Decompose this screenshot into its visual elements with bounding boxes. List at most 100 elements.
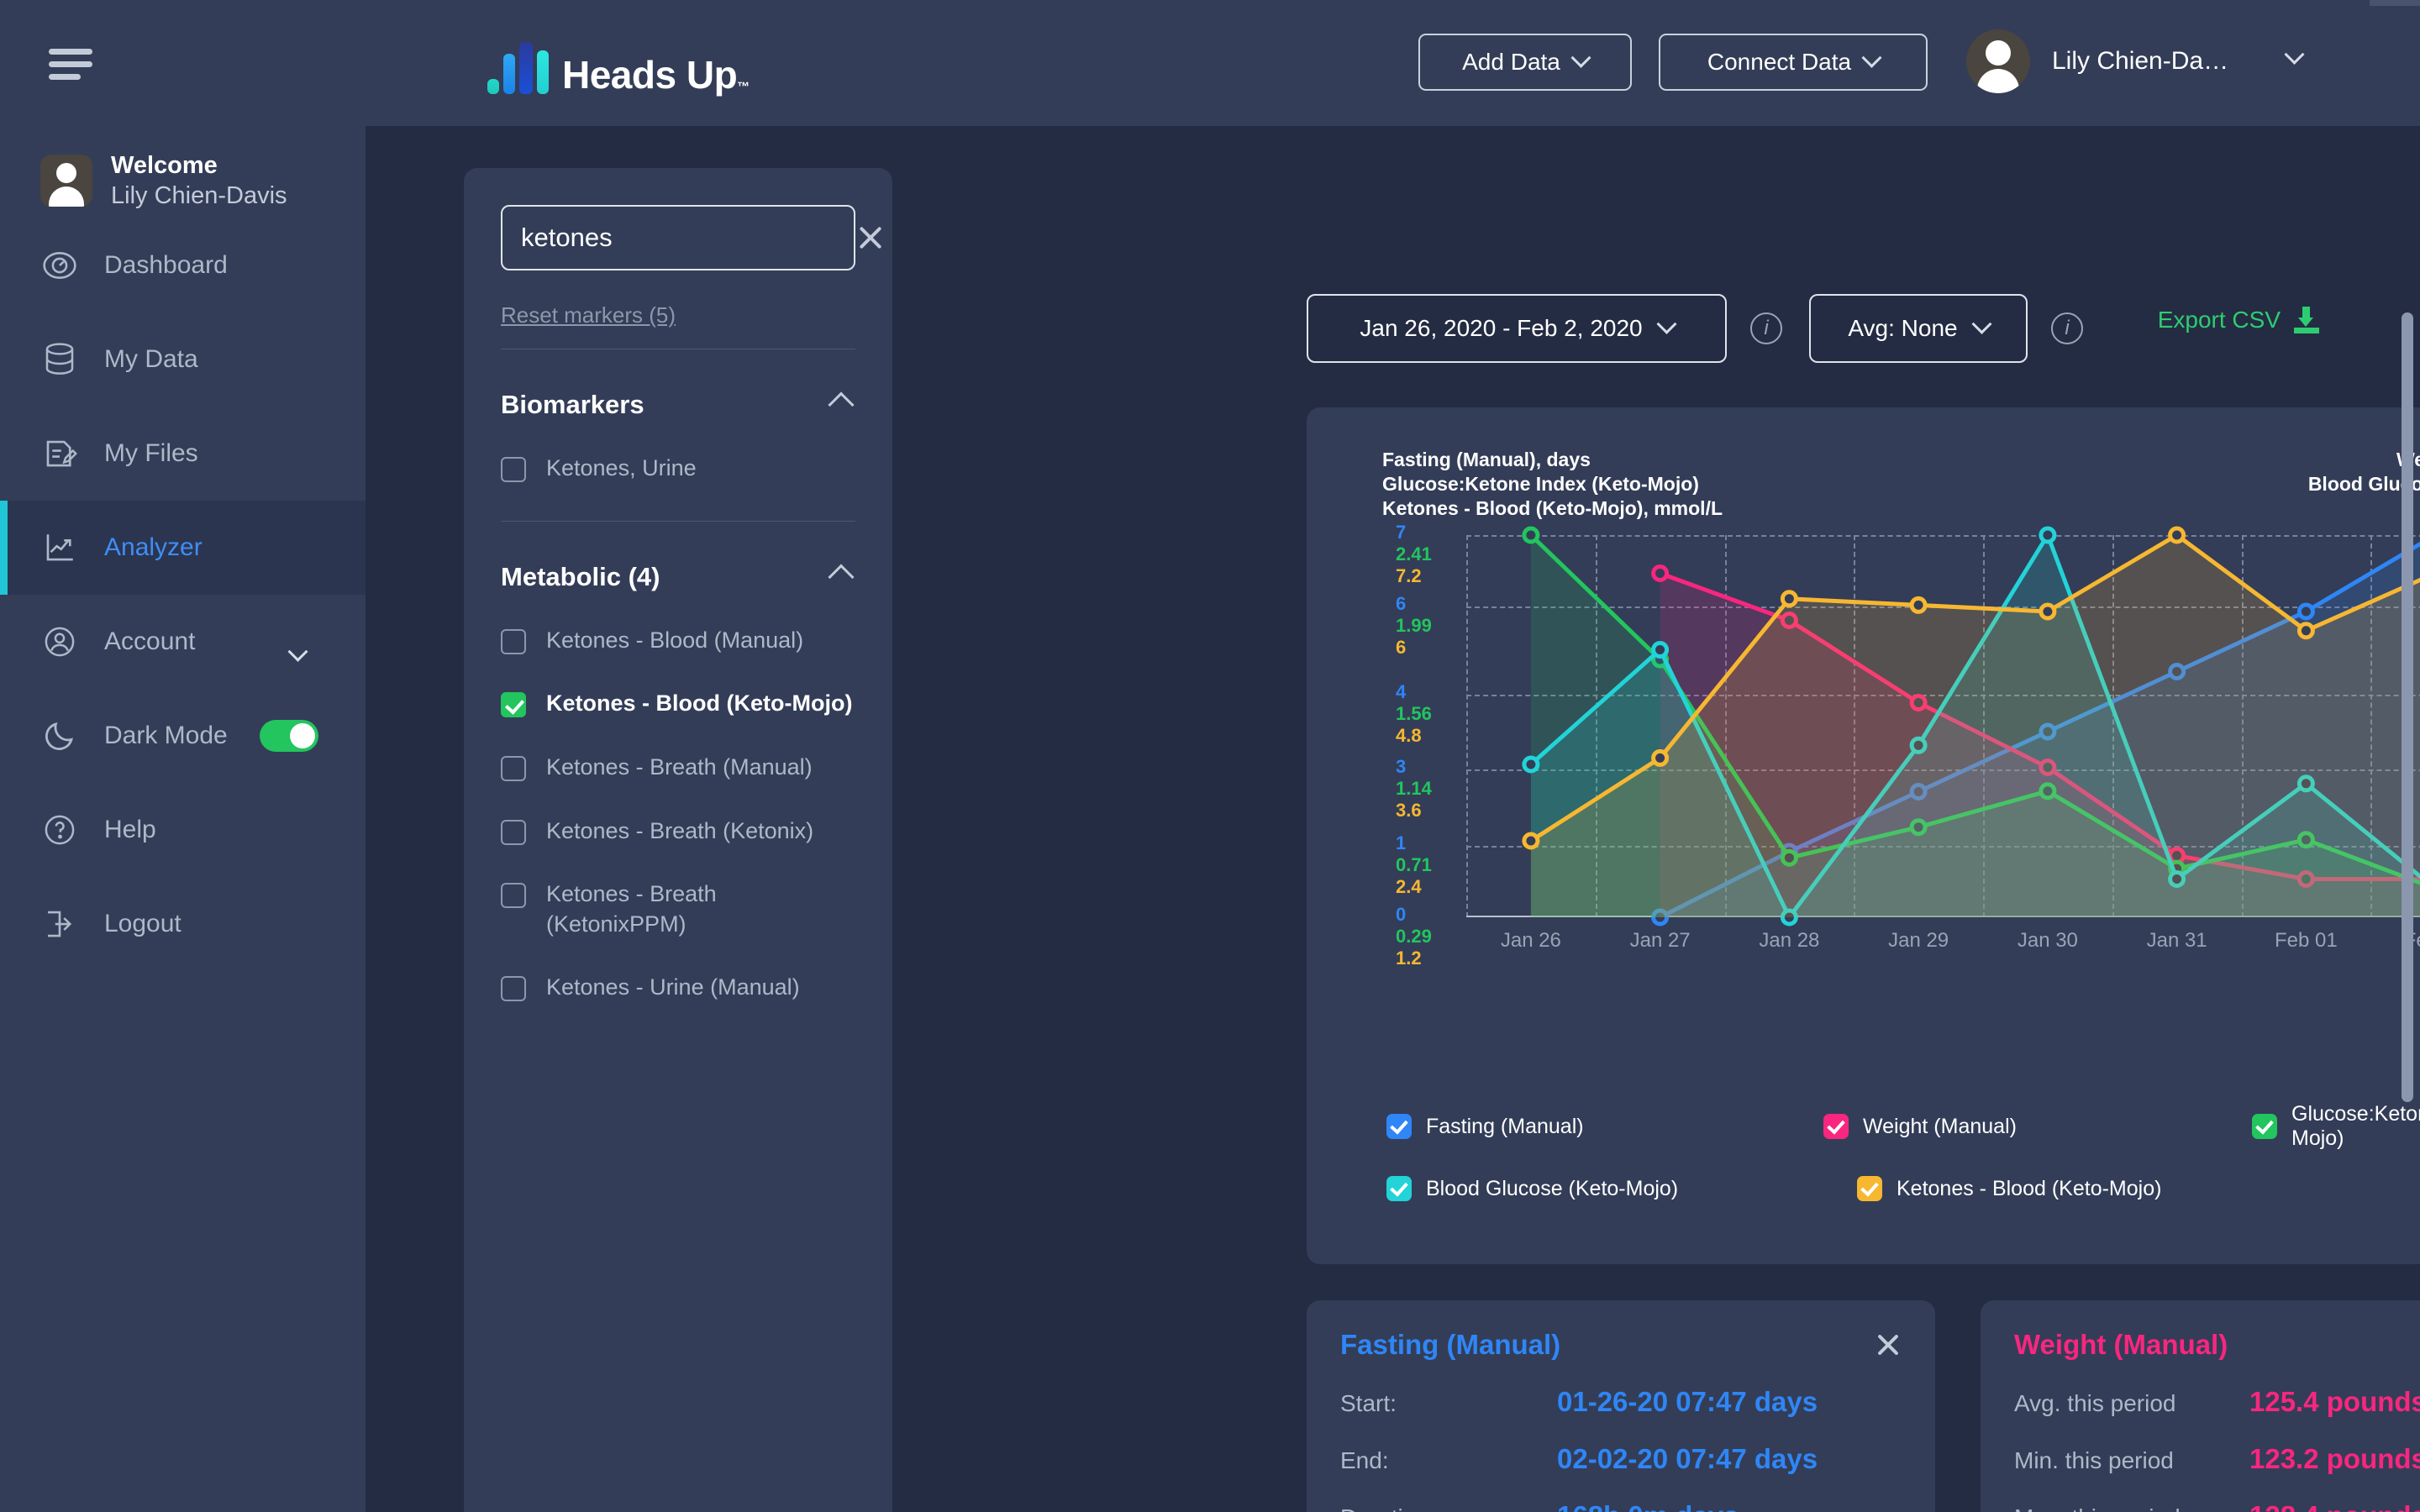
database-icon (40, 340, 79, 379)
chevron-down-icon (1861, 47, 1882, 68)
checkbox[interactable] (501, 692, 526, 718)
legend-checkbox[interactable] (1386, 1176, 1412, 1201)
legend-item[interactable]: Ketones - Blood (Keto-Mojo) (1857, 1176, 2218, 1201)
sidebar-item-account[interactable]: Account (0, 595, 366, 689)
x-axis-tick: Jan 29 (1888, 929, 1949, 952)
data-point[interactable] (1909, 596, 1928, 614)
y-axis-tick-left: 6 1.99 6 (1396, 592, 1432, 658)
legend-label: Fasting (Manual) (1426, 1114, 1584, 1138)
marker-checkbox-row[interactable]: Ketones - Blood (Manual) (501, 626, 855, 656)
data-point[interactable] (1651, 748, 1670, 767)
data-point[interactable] (2296, 622, 2315, 640)
avatar[interactable] (1966, 29, 2030, 93)
checkbox[interactable] (501, 883, 526, 909)
data-point[interactable] (1651, 641, 1670, 659)
sidebar-item-dashboard[interactable]: Dashboard (0, 218, 366, 312)
logout-icon (40, 905, 79, 943)
add-data-label: Add Data (1462, 49, 1560, 75)
legend-checkbox[interactable] (1823, 1114, 1849, 1139)
data-point[interactable] (2039, 526, 2057, 544)
checkbox[interactable] (501, 755, 526, 781)
legend-label: Blood Glucose (Keto-Mojo) (1426, 1176, 1679, 1200)
legend-label: Weight (Manual) (1863, 1114, 2017, 1138)
group-header-metabolic[interactable]: Metabolic (4) (501, 562, 855, 592)
data-point[interactable] (1651, 564, 1670, 582)
marker-checkbox-row[interactable]: Ketones - Blood (Keto-Mojo) (501, 689, 855, 719)
chart-legend: Fasting (Manual) Weight (Manual) Glucose:K… (1386, 1102, 2420, 1201)
checkbox[interactable] (501, 819, 526, 845)
marker-checkbox-row[interactable]: Ketones - Urine (Manual) (501, 973, 855, 1003)
dark-mode-toggle[interactable] (260, 720, 318, 752)
clear-search-icon[interactable] (856, 223, 885, 252)
summary-row-value: 128.4 pounds (2249, 1500, 2420, 1512)
add-data-button[interactable]: Add Data (1418, 34, 1632, 91)
legend-checkbox[interactable] (1857, 1176, 1882, 1201)
sidebar-item-logout[interactable]: Logout (0, 877, 366, 971)
y-axis-tick-left: 7 2.41 7.2 (1396, 522, 1432, 586)
data-point[interactable] (1522, 526, 1540, 544)
legend-checkbox[interactable] (1386, 1114, 1412, 1139)
summary-row-label: End: (1340, 1447, 1389, 1473)
marker-label: Ketones - Breath (Ketonix) (546, 817, 814, 843)
y-axis-tick-left: 1 0.71 2.4 (1396, 832, 1432, 897)
average-info-icon[interactable]: i (2051, 312, 2083, 344)
y-axis-tick-left: 0 0.29 1.2 (1396, 904, 1432, 969)
marker-search-box[interactable] (501, 205, 856, 270)
chevron-up-icon[interactable] (828, 564, 855, 591)
data-point[interactable] (2168, 526, 2186, 544)
sidebar-item-label: Dark Mode (104, 722, 228, 749)
checkbox[interactable] (501, 628, 526, 654)
menu-toggle-icon[interactable] (49, 49, 92, 80)
legend-checkbox[interactable] (2252, 1114, 2277, 1139)
vertical-scrollbar[interactable] (2402, 312, 2413, 1102)
date-range-info-icon[interactable]: i (1750, 312, 1782, 344)
x-axis-tick: Jan 27 (1629, 929, 1691, 952)
user-menu-chevron-icon[interactable] (2284, 44, 2305, 71)
reset-markers-link[interactable]: Reset markers (5) (501, 302, 676, 328)
data-point[interactable] (2296, 602, 2315, 621)
legend-row: Fasting (Manual) Weight (Manual) Glucose:K… (1386, 1102, 2420, 1151)
chevron-up-icon[interactable] (828, 391, 855, 418)
app-logo[interactable]: Heads Up ™ (487, 35, 750, 94)
marker-checkbox-row[interactable]: Ketones - Breath (Manual) (501, 753, 855, 783)
checkbox[interactable] (501, 976, 526, 1002)
data-point[interactable] (1522, 832, 1540, 850)
sidebar-item-my-data[interactable]: My Data (0, 312, 366, 407)
data-point[interactable] (1522, 755, 1540, 774)
data-point[interactable] (1780, 590, 1798, 608)
group-header-biomarkers[interactable]: Biomarkers (501, 390, 855, 420)
marker-label: Ketones - Breath (KetonixPPM) (546, 881, 717, 937)
marker-checkbox-row[interactable]: Ketones - Breath (KetonixPPM) (501, 879, 855, 939)
legend-item[interactable]: Fasting (Manual) (1386, 1102, 1714, 1151)
file-edit-icon (40, 434, 79, 473)
sidebar-item-analyzer[interactable]: Analyzer (0, 501, 366, 595)
chevron-down-icon[interactable] (287, 641, 308, 670)
y-axis-tick-left: 4 1.56 4.8 (1396, 681, 1432, 746)
search-input[interactable] (521, 223, 856, 253)
legend-row: Blood Glucose (Keto-Mojo) Ketones - Blood… (1386, 1176, 2420, 1201)
data-point[interactable] (2039, 602, 2057, 621)
sidebar-item-label: Dashboard (104, 251, 228, 279)
summary-card-weight: Weight (Manual) Avg. this period 125.4 po… (1981, 1300, 2420, 1512)
average-select[interactable]: Avg: None (1809, 294, 2028, 363)
summary-row-value: 01-26-20 07:47 days (1557, 1386, 1818, 1417)
date-range-value: Jan 26, 2020 - Feb 2, 2020 (1360, 315, 1643, 341)
user-name-label[interactable]: Lily Chien-Da… (2052, 47, 2228, 76)
date-range-select[interactable]: Jan 26, 2020 - Feb 2, 2020 (1307, 294, 1727, 363)
legend-item[interactable]: Blood Glucose (Keto-Mojo) (1386, 1176, 1748, 1201)
sidebar-item-dark-mode[interactable]: Dark Mode (0, 689, 366, 783)
sidebar-item-my-files[interactable]: My Files (0, 407, 366, 501)
marker-label: Ketones, Urine (546, 455, 697, 480)
summary-card-fasting: Fasting (Manual) Start: 01-26-20 07:47 da… (1307, 1300, 1935, 1512)
checkbox[interactable] (501, 457, 526, 482)
legend-item[interactable]: Glucose:Ketone Index (Keto-Mojo) (2252, 1102, 2420, 1151)
export-csv-button[interactable]: Export CSV (2158, 307, 2319, 333)
marker-checkbox-row[interactable]: Ketones, Urine (501, 454, 855, 484)
marker-checkbox-row[interactable]: Ketones - Breath (Ketonix) (501, 816, 855, 847)
sidebar-item-help[interactable]: Help (0, 783, 366, 877)
connect-data-button[interactable]: Connect Data (1659, 34, 1928, 91)
summary-title: Weight (Manual) (2014, 1329, 2228, 1360)
close-icon[interactable] (1875, 1331, 1902, 1358)
legend-item[interactable]: Weight (Manual) (1823, 1102, 2151, 1151)
legend-label: Glucose:Ketone Index (Keto-Mojo) (2291, 1102, 2420, 1150)
